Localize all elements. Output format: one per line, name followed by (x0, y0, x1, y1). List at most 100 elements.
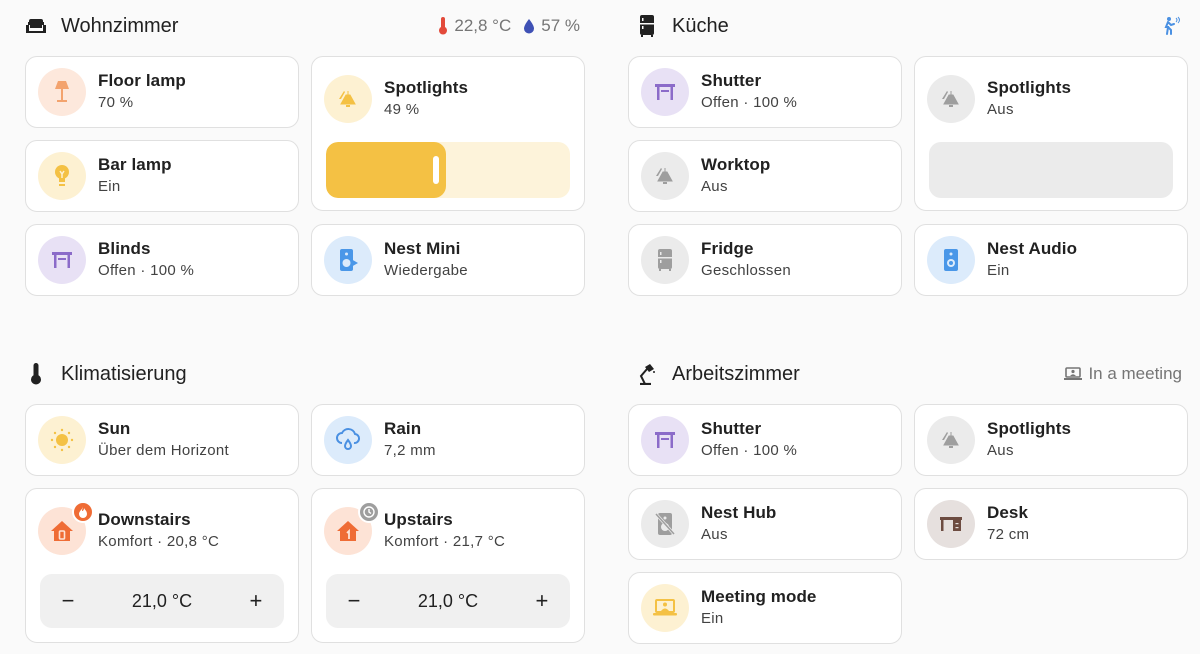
tile-name: Bar lamp (98, 155, 172, 174)
tile-desk[interactable]: Desk 72 cm (914, 488, 1188, 560)
floor-lamp-icon[interactable] (38, 68, 86, 116)
tile-shutter-arbeitszimmer[interactable]: Shutter Offen · 100 % (628, 404, 902, 476)
decrease-button[interactable]: − (56, 588, 80, 613)
tile-name: Downstairs (98, 510, 191, 529)
tile-name: Spotlights (987, 78, 1072, 97)
tile-state: Offen · 100 % (98, 262, 195, 279)
tile-name: Worktop (701, 155, 771, 174)
tile-name: Fridge (701, 239, 754, 258)
lightbulb-icon[interactable] (38, 152, 86, 200)
increase-button[interactable]: + (530, 588, 554, 613)
speaker-play-icon[interactable] (324, 236, 372, 284)
tile-state: Aus (987, 101, 1014, 118)
ceiling-light-icon[interactable] (324, 75, 372, 123)
section-header: Arbeitszimmer In a meeting (636, 348, 1182, 400)
rain-cloud-icon[interactable] (324, 416, 372, 464)
tile-spotlights-wohnzimmer[interactable]: Spotlights 49 % (311, 56, 585, 211)
tile-state: Ein (98, 178, 121, 195)
fridge-icon[interactable] (641, 236, 689, 284)
home-floor-0-icon[interactable] (38, 501, 94, 555)
tile-sun[interactable]: Sun Über dem Horizont (25, 404, 299, 476)
temperature-badge[interactable]: 22,8 °C (438, 16, 511, 36)
section-title[interactable]: Küche (636, 15, 729, 38)
slider-fill (326, 142, 446, 198)
tile-shutter-kueche[interactable]: Shutter Offen · 100 % (628, 56, 902, 128)
tile-state: Aus (987, 442, 1014, 459)
tile-name: Nest Audio (987, 239, 1078, 258)
tile-bar-lamp[interactable]: Bar lamp Ein (25, 140, 299, 212)
meeting-badge-text: In a meeting (1088, 364, 1182, 383)
humidity-badge[interactable]: 57 % (523, 16, 580, 36)
tile-rain[interactable]: Rain 7,2 mm (311, 404, 585, 476)
temperature-stepper: − 21,0 °C + (326, 574, 570, 628)
tile-state: 70 % (98, 94, 134, 111)
tile-name: Spotlights (384, 78, 469, 97)
section-title[interactable]: Arbeitszimmer (636, 363, 800, 386)
slider-handle[interactable] (433, 156, 439, 184)
tile-nest-hub[interactable]: Nest Hub Aus (628, 488, 902, 560)
brightness-slider[interactable] (929, 142, 1173, 198)
ceiling-light-icon[interactable] (641, 152, 689, 200)
fridge-icon (636, 15, 658, 37)
blinds-open-icon[interactable] (641, 68, 689, 116)
laptop-account-icon[interactable] (641, 584, 689, 632)
blinds-open-icon[interactable] (641, 416, 689, 464)
section-title[interactable]: Wohnzimmer (25, 15, 178, 38)
section-header: Klimatisierung (25, 348, 585, 400)
section-title-text: Wohnzimmer (61, 14, 179, 37)
tile-floor-lamp[interactable]: Floor lamp 70 % (25, 56, 299, 128)
ceiling-light-icon[interactable] (927, 75, 975, 123)
section-title[interactable]: Klimatisierung (25, 363, 187, 386)
tile-state: 72 cm (987, 526, 1030, 543)
meeting-badge[interactable]: In a meeting (1064, 364, 1182, 384)
tile-name: Spotlights (987, 419, 1072, 438)
motion-sensor-icon (1164, 16, 1180, 35)
tile-fridge[interactable]: Fridge Geschlossen (628, 224, 902, 296)
tile-worktop[interactable]: Worktop Aus (628, 140, 902, 212)
clock-icon (358, 501, 380, 523)
thermometer-icon (439, 17, 448, 35)
speaker-off-icon[interactable] (641, 500, 689, 548)
desk-icon[interactable] (927, 500, 975, 548)
tile-meeting-mode[interactable]: Meeting mode Ein (628, 572, 902, 644)
target-temperature: 21,0 °C (417, 590, 479, 611)
water-percent-icon (524, 19, 535, 34)
tile-upstairs-thermostat[interactable]: Upstairs Komfort · 21,7 °C − 21,0 °C + (311, 488, 585, 643)
section-kueche: Küche (636, 0, 1188, 52)
section-klimatisierung: Klimatisierung (25, 348, 585, 400)
desk-lamp-icon (636, 363, 658, 385)
home-floor-1-icon[interactable] (324, 501, 380, 555)
ceiling-light-icon[interactable] (927, 416, 975, 464)
tile-state: Offen · 100 % (701, 442, 798, 459)
tile-nest-audio[interactable]: Nest Audio Ein (914, 224, 1188, 296)
tile-nest-mini[interactable]: Nest Mini Wiedergabe (311, 224, 585, 296)
tile-state: 7,2 mm (384, 442, 436, 459)
tile-blinds[interactable]: Blinds Offen · 100 % (25, 224, 299, 296)
speaker-icon[interactable] (927, 236, 975, 284)
tile-spotlights-arbeitszimmer[interactable]: Spotlights Aus (914, 404, 1188, 476)
sun-icon[interactable] (38, 416, 86, 464)
tile-state: Offen · 100 % (701, 94, 798, 111)
tile-name: Blinds (98, 239, 151, 258)
humidity-value: 57 % (541, 16, 580, 35)
section-wohnzimmer: Wohnzimmer 22,8 °C 57 % (25, 0, 585, 52)
tile-state: Aus (701, 526, 728, 543)
tile-name: Shutter (701, 419, 762, 438)
section-arbeitszimmer: Arbeitszimmer In a meeting (636, 348, 1182, 400)
motion-badge[interactable] (1162, 16, 1188, 36)
tile-name: Upstairs (384, 510, 453, 529)
brightness-slider[interactable] (326, 142, 570, 198)
blinds-open-icon[interactable] (38, 236, 86, 284)
tile-state: Ein (987, 262, 1010, 279)
tile-name: Desk (987, 503, 1029, 522)
decrease-button[interactable]: − (342, 588, 366, 613)
increase-button[interactable]: + (244, 588, 268, 613)
tile-name: Nest Mini (384, 239, 461, 258)
tile-state: Komfort · 21,7 °C (384, 533, 506, 550)
laptop-account-icon (1064, 367, 1083, 380)
sofa-icon (25, 15, 47, 37)
tile-downstairs-thermostat[interactable]: Downstairs Komfort · 20,8 °C − 21,0 °C + (25, 488, 299, 643)
tile-name: Sun (98, 419, 131, 438)
tile-name: Shutter (701, 71, 762, 90)
tile-spotlights-kueche[interactable]: Spotlights Aus (914, 56, 1188, 211)
